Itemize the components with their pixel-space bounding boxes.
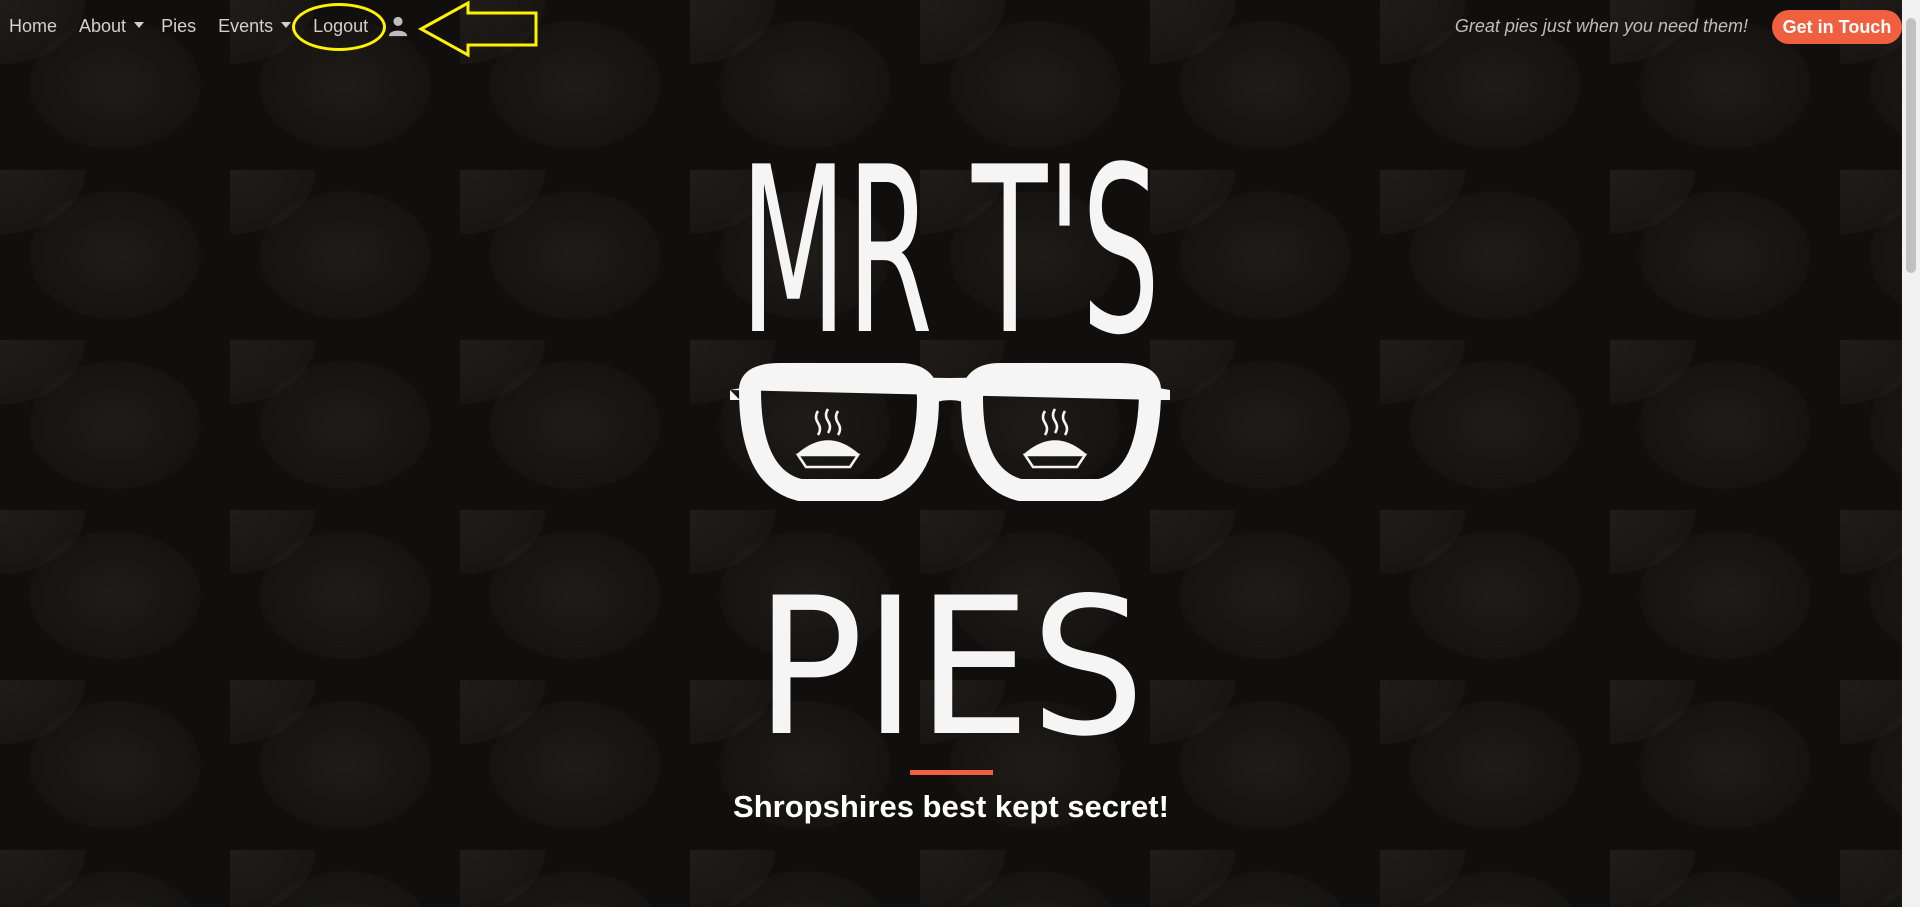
mr-ts-pies-logo: MR T'S PIES [730,118,1170,758]
glasses-icon [730,363,1170,501]
navbar: Home About Pies Events Logout Great pies… [0,0,1902,52]
hero-heading: Shropshires best kept secret! [733,789,1169,824]
nav-events-label: Events [218,16,274,36]
annotation-circle [292,3,386,51]
nav-about[interactable]: About [70,0,152,52]
nav-pies[interactable]: Pies [152,0,209,52]
nav-events[interactable]: Events [209,0,299,52]
user-icon[interactable] [387,15,409,37]
scrollbar-thumb[interactable] [1906,18,1916,273]
site-tagline: Great pies just when you need them! [1454,16,1748,36]
nav-about-label: About [79,16,127,36]
pie-icon [795,408,861,469]
logo-line1: MR T'S [740,118,1160,386]
logo-line2: PIES [755,557,1145,758]
get-in-touch-button[interactable]: Get in Touch [1772,10,1902,44]
annotation-arrow-icon [418,0,538,58]
caret-down-icon [134,22,145,28]
pie-icon [1022,408,1088,469]
caret-down-icon [281,22,292,28]
accent-divider [910,770,993,775]
nav-home[interactable]: Home [0,0,70,52]
scrollbar[interactable] [1902,0,1920,907]
